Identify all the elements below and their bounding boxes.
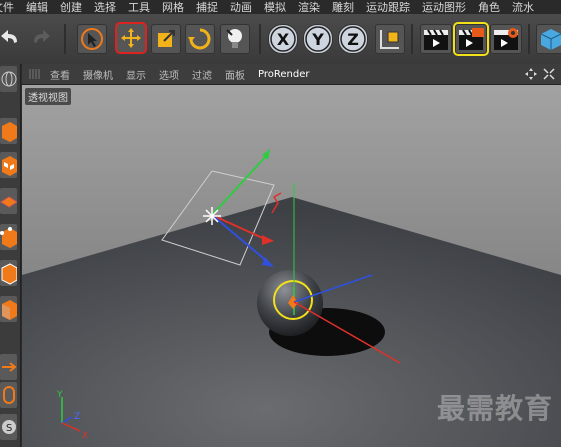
mouse-icon (3, 386, 15, 404)
grip-icon (29, 69, 40, 79)
move-arrows-icon (121, 28, 141, 48)
edges-cube-icon (1, 263, 18, 285)
menu-select[interactable]: 选择 (94, 0, 116, 14)
cube-object-button[interactable] (536, 24, 561, 54)
cube-icon (540, 29, 561, 50)
viewport-label: 透视视图 (25, 88, 71, 105)
menu-bar: 文件 编辑 创建 选择 工具 网格 捕捉 动画 模拟 渲染 雕刻 运动跟踪 运动… (0, 0, 561, 14)
render-settings-button[interactable] (490, 24, 522, 54)
move-tool-button[interactable] (115, 22, 147, 54)
menu-render[interactable]: 渲染 (298, 0, 320, 14)
viewport-menu-prorender[interactable]: ProRender (258, 69, 309, 80)
cube-mode-icon (2, 122, 17, 142)
grid-plane-icon (0, 196, 18, 208)
render-to-picture-viewer-button[interactable] (453, 22, 489, 56)
polygon-mode-button[interactable] (0, 296, 17, 322)
redo-button[interactable] (28, 24, 54, 52)
main-toolbar: X Y Z (0, 14, 561, 65)
scale-box-icon (158, 30, 175, 47)
menu-edit[interactable]: 编辑 (26, 0, 48, 14)
tweak-mode-button[interactable] (0, 382, 17, 408)
watermark-text: 最需教育 (436, 392, 553, 425)
menu-file[interactable]: 文件 (0, 0, 14, 14)
undo-icon (1, 30, 17, 43)
wireframe-sphere-icon (1, 71, 17, 87)
clapperboard-icon (424, 29, 448, 50)
lightbulb-icon (226, 29, 242, 48)
svg-text:S: S (6, 423, 12, 434)
menu-snap[interactable]: 捕捉 (196, 0, 218, 14)
menu-create[interactable]: 创建 (60, 0, 82, 14)
snap-s-icon: S (2, 420, 16, 434)
z-axis-lock-button[interactable]: Z (338, 24, 368, 54)
redo-icon (34, 30, 50, 43)
render-view-button[interactable] (420, 24, 452, 54)
scale-tool-button[interactable] (151, 24, 181, 54)
clapperboard-gear-icon (494, 28, 518, 50)
menu-sculpt[interactable]: 雕刻 (332, 0, 354, 14)
live-selection-button[interactable] (220, 24, 250, 54)
coordinate-system-icon (380, 30, 399, 49)
undo-button[interactable] (0, 24, 22, 52)
edge-mode-button[interactable] (0, 260, 18, 286)
menu-animate[interactable]: 动画 (230, 0, 252, 14)
point-mode-button[interactable] (0, 224, 17, 250)
zoom-view-icon[interactable] (543, 68, 555, 80)
corner-z-label: Z (74, 412, 80, 422)
rotate-circle-icon (188, 28, 211, 50)
viewport-menu-cameras[interactable]: 摄像机 (83, 67, 113, 82)
x-axis-label: X (276, 29, 290, 49)
sphere-wire-button[interactable] (0, 66, 17, 92)
cursor-select-icon (81, 28, 103, 50)
perspective-viewport[interactable]: Y Z X 透视视图 最需教育 (22, 85, 561, 447)
menu-mesh[interactable]: 网格 (162, 0, 184, 14)
coordinate-system-button[interactable] (375, 24, 405, 54)
x-axis-lock-button[interactable]: X (268, 24, 298, 54)
menu-pipeline[interactable]: 流水 (512, 0, 534, 14)
menu-mograph[interactable]: 运动图形 (422, 0, 466, 14)
clapperboard-viewer-icon (459, 28, 484, 50)
z-axis-label: Z (347, 29, 359, 49)
rotate-tool-button[interactable] (185, 24, 215, 54)
corner-x-label: X (82, 431, 88, 441)
viewport-menu-view[interactable]: 查看 (50, 67, 70, 82)
snap-mode-button[interactable]: S (0, 414, 17, 440)
checker-cube-icon (2, 156, 17, 176)
menu-simulate[interactable]: 模拟 (264, 0, 286, 14)
menu-tools[interactable]: 工具 (128, 0, 150, 14)
viewport-menu-display[interactable]: 显示 (126, 67, 146, 82)
arrow-right-icon (2, 362, 17, 372)
polygon-cube-icon (2, 300, 17, 320)
texture-mode-button[interactable] (0, 152, 17, 178)
viewport-menu-options[interactable]: 选项 (159, 67, 179, 82)
axis-mode-button[interactable] (0, 354, 17, 380)
menu-motion-tracking[interactable]: 运动跟踪 (366, 0, 410, 14)
viewport-menu-bar: 查看 摄像机 显示 选项 过滤 面板 ProRender (22, 64, 561, 85)
select-tool-button[interactable] (77, 24, 107, 54)
points-cube-icon (0, 227, 17, 248)
corner-y-label: Y (56, 390, 63, 400)
move-view-icon[interactable] (525, 68, 537, 80)
model-mode-button[interactable] (0, 118, 17, 144)
y-axis-label: Y (312, 29, 324, 49)
y-axis-lock-button[interactable]: Y (303, 24, 333, 54)
workplane-mode-button[interactable] (0, 188, 18, 214)
left-tool-palette: S (0, 64, 21, 447)
menu-character[interactable]: 角色 (478, 0, 500, 14)
viewport-menu-filter[interactable]: 过滤 (192, 67, 212, 82)
viewport-nav-controls (525, 68, 555, 80)
viewport-menu-panel[interactable]: 面板 (225, 67, 245, 82)
